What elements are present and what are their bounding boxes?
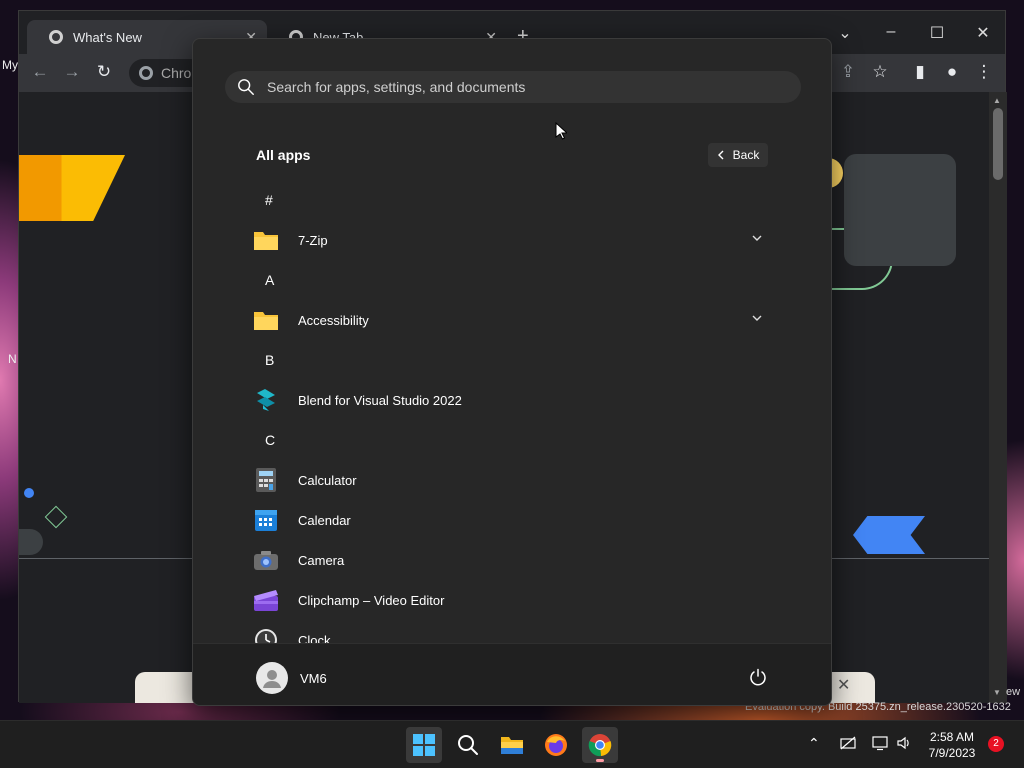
maximize-icon[interactable]: ☐: [925, 23, 949, 43]
decor-shape: [24, 488, 34, 498]
chevron-down-icon[interactable]: [751, 232, 763, 244]
address-bar-text: Chro: [161, 65, 192, 81]
clock-time: 2:58 AM: [929, 730, 975, 744]
app-item-calculator[interactable]: Calculator: [253, 463, 773, 497]
app-name: Blend for Visual Studio 2022: [298, 392, 462, 408]
windows-logo-icon: [413, 734, 435, 756]
user-avatar[interactable]: [256, 662, 288, 694]
network-icon[interactable]: [840, 735, 856, 751]
chrome-icon: [139, 66, 153, 80]
clipchamp-icon: [253, 587, 279, 613]
app-item-clock[interactable]: Clock: [253, 623, 773, 643]
app-list: # 7-Zip A Accessibility B Blend for Visu…: [193, 179, 831, 643]
clock-icon: [253, 627, 279, 643]
calculator-icon: [253, 467, 279, 493]
calendar-icon: [253, 507, 279, 533]
notification-badge[interactable]: 2: [988, 736, 1004, 752]
camera-icon: [253, 547, 279, 573]
file-explorer-icon: [501, 737, 523, 754]
decor-shape: [19, 529, 43, 555]
app-item-calendar[interactable]: Calendar: [253, 503, 773, 537]
decor-shape: [853, 516, 925, 554]
chevron-left-icon: [717, 150, 724, 160]
clock-date: 7/9/2023: [928, 746, 976, 760]
app-item-blend[interactable]: Blend for Visual Studio 2022: [253, 383, 773, 417]
chrome-favicon-icon: [49, 30, 63, 44]
app-item-camera[interactable]: Camera: [253, 543, 773, 577]
share-icon[interactable]: ⇪: [837, 62, 859, 82]
monitor-icon[interactable]: [872, 735, 888, 751]
tab-title: What's New: [73, 29, 142, 45]
search-input[interactable]: [267, 79, 801, 95]
chrome-icon: [588, 734, 612, 757]
minimize-icon[interactable]: –: [879, 23, 903, 41]
back-button[interactable]: Back: [708, 143, 768, 167]
taskbar-firefox[interactable]: [538, 727, 574, 763]
running-indicator: [596, 759, 604, 762]
app-name: Calculator: [298, 472, 357, 488]
folder-icon: [253, 227, 279, 253]
app-item-7zip[interactable]: 7-Zip: [253, 223, 773, 257]
system-clock[interactable]: 2:58 AM 7/9/2023: [920, 729, 984, 761]
app-name: Camera: [298, 552, 345, 568]
app-item-accessibility[interactable]: Accessibility: [253, 303, 773, 337]
start-menu: All apps Back # 7-Zip A Accessibility B: [192, 38, 832, 706]
taskbar: ⌃ 2:58 AM 7/9/2023: [0, 720, 1024, 768]
chevron-down-icon[interactable]: [751, 312, 763, 324]
start-button[interactable]: [406, 727, 442, 763]
app-name: Clipchamp – Video Editor: [298, 592, 445, 608]
power-icon[interactable]: [749, 668, 767, 686]
folder-icon: [253, 307, 279, 333]
decor-shape: [44, 505, 68, 529]
volume-icon[interactable]: [896, 735, 912, 751]
reload-icon[interactable]: ↻: [93, 62, 115, 82]
show-hidden-icons-chevron-icon[interactable]: ⌃: [808, 735, 820, 752]
taskbar-chrome[interactable]: [582, 727, 618, 763]
taskbar-file-explorer[interactable]: [494, 727, 530, 763]
side-panel-icon[interactable]: ▮: [909, 62, 931, 82]
app-item-clipchamp[interactable]: Clipchamp – Video Editor: [253, 583, 773, 617]
app-name: Accessibility: [298, 312, 369, 328]
start-footer: VM6: [193, 643, 831, 705]
menu-dots-icon[interactable]: ⋮: [973, 62, 995, 82]
start-search-box[interactable]: [225, 71, 801, 103]
search-icon: [458, 735, 478, 755]
all-apps-heading: All apps: [256, 147, 311, 163]
decor-shape: [19, 155, 125, 221]
letter-header[interactable]: C: [265, 432, 275, 448]
desktop-edge-text: ew: [1006, 686, 1021, 698]
close-card-icon[interactable]: ✕: [837, 675, 850, 695]
user-name[interactable]: VM6: [300, 671, 327, 686]
back-arrow-icon[interactable]: ←: [29, 62, 51, 82]
letter-header[interactable]: B: [265, 352, 274, 368]
forward-arrow-icon[interactable]: →: [61, 62, 83, 82]
profile-icon[interactable]: ●: [941, 62, 963, 82]
desktop-icon-label[interactable]: My: [2, 58, 18, 72]
desktop-icon-label[interactable]: N: [8, 352, 17, 366]
scroll-up-icon[interactable]: ▲: [993, 96, 1001, 105]
user-icon: [263, 670, 281, 688]
taskbar-search-button[interactable]: [450, 727, 486, 763]
mouse-cursor-icon: [555, 122, 567, 140]
app-name: Clock: [298, 632, 331, 644]
decor-shape: [844, 154, 956, 266]
scroll-down-icon[interactable]: ▼: [993, 688, 1001, 697]
scrollbar[interactable]: ▲ ▼: [989, 92, 1007, 703]
letter-header[interactable]: #: [265, 192, 273, 208]
bookmark-star-icon[interactable]: ☆: [869, 62, 891, 82]
app-name: 7-Zip: [298, 232, 328, 248]
firefox-icon: [545, 734, 567, 756]
search-icon: [238, 79, 254, 95]
tab-search-icon[interactable]: ⌄: [833, 23, 857, 43]
back-label: Back: [732, 148, 760, 162]
app-name: Calendar: [298, 512, 351, 528]
blend-icon: [253, 387, 279, 413]
letter-header[interactable]: A: [265, 272, 274, 288]
scroll-thumb[interactable]: [993, 108, 1003, 180]
close-window-icon[interactable]: ✕: [971, 23, 995, 43]
